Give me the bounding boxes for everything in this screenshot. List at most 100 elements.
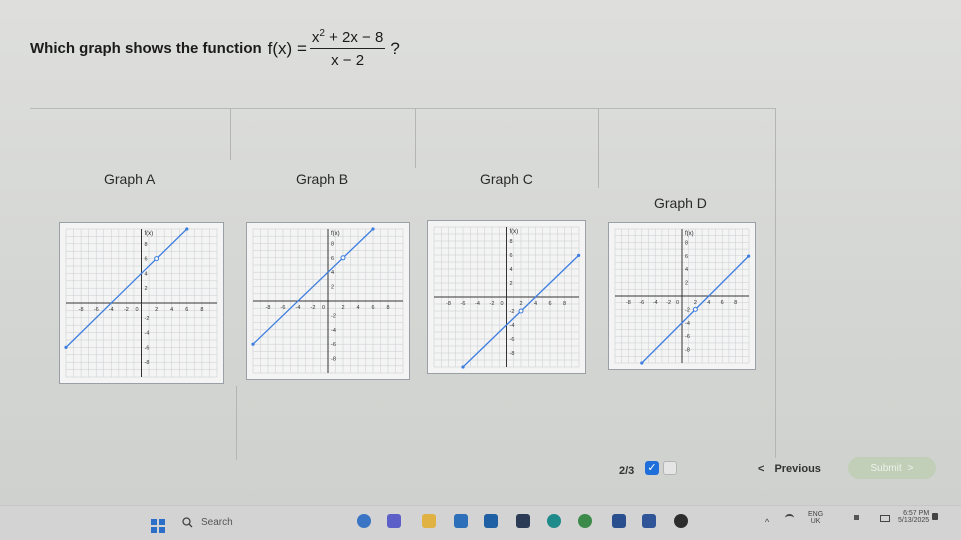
app-icon[interactable] [642,514,656,528]
hole-point [518,308,524,314]
x-tick-label: -4 [296,305,301,311]
line-endpoint [251,342,255,346]
origin-label: 0 [500,301,503,307]
windows-start-icon[interactable] [151,519,165,533]
question-text: Which graph shows the function f(x) = x2… [30,28,400,69]
edge-icon[interactable] [547,514,561,528]
x-tick-label: -4 [109,307,114,313]
x-tick-label: -6 [461,301,466,307]
y-tick-label: -4 [685,321,690,327]
y-axis-label: f(x) [510,229,519,235]
x-tick-label: 6 [721,300,724,306]
x-tick-label: -8 [79,307,84,313]
y-tick-label: -8 [685,348,690,354]
line-endpoint [640,361,644,365]
y-axis-label: f(x) [145,231,154,237]
y-tick-label: -8 [331,357,336,363]
volume-icon[interactable] [854,515,859,520]
x-tick-label: 6 [185,307,188,313]
y-tick-label: 4 [685,267,688,273]
y-tick-label: 8 [685,240,688,246]
graph-d[interactable]: -8 -6 -4 -2 2 4 6 8 0 8 6 4 2 -2 -4 -6 -8 f(x) [608,222,756,370]
y-tick-label: -2 [331,313,336,319]
x-tick-label: 4 [356,305,359,311]
x-tick-label: -4 [653,300,658,306]
choice-divider [415,108,416,168]
x-tick-label: 6 [548,301,551,307]
y-tick-label: -6 [510,337,515,343]
x-tick-label: -8 [446,301,451,307]
app-icon[interactable] [674,514,688,528]
y-tick-label: 8 [510,239,513,245]
x-tick-label: 2 [519,301,522,307]
chevron-left-icon: < [758,463,765,475]
graph-c-label[interactable]: Graph C [480,171,533,187]
graph-a-label[interactable]: Graph A [104,171,155,187]
y-tick-label: -6 [685,334,690,340]
fraction-denominator: x − 2 [331,52,365,69]
photos-icon[interactable] [484,514,498,528]
origin-label: 0 [676,300,679,306]
y-tick-label: 2 [145,286,148,292]
hole-point [154,256,160,262]
graph-a[interactable]: -8 -6 -4 -2 2 4 6 8 0 8 6 4 2 -2 -4 -6 -8 f(x) [59,222,224,384]
tray-chevron-icon[interactable]: ^ [765,517,769,527]
wifi-icon[interactable] [785,514,794,522]
taskbar-search[interactable]: Search [182,517,233,528]
graph-plot: -8 -6 -4 -2 2 4 6 8 0 8 6 4 2 -2 -4 -6 -8 f(x) [614,228,751,365]
clock[interactable]: 6:57 PM 5/13/2025 [898,510,929,524]
y-tick-label: 8 [145,242,148,248]
question-2-status-checkbox[interactable] [663,461,677,475]
x-tick-label: 4 [534,301,537,307]
y-tick-label: 2 [331,285,334,291]
graph-b-label[interactable]: Graph B [296,171,348,187]
search-icon [182,517,193,528]
notification-icon[interactable] [932,513,938,520]
x-tick-label: 8 [563,301,566,307]
y-tick-label: -2 [145,316,150,322]
file-explorer-icon[interactable] [422,514,436,528]
apps-icon[interactable] [516,514,530,528]
graph-plot: -8 -6 -4 -2 2 4 6 8 0 8 6 4 2 -2 -4 -6 -8 f(x) [64,227,218,378]
region-code: UK [810,518,821,525]
battery-icon[interactable] [880,515,890,522]
graph-b[interactable]: -8 -6 -4 -2 2 4 6 8 0 8 6 4 2 -2 -4 -6 -8 f(x) [246,222,410,380]
teams-icon[interactable] [387,514,401,528]
y-tick-label: 4 [510,267,513,273]
x-tick-label: -2 [666,300,671,306]
store-icon[interactable] [454,514,468,528]
search-placeholder: Search [201,517,233,528]
y-tick-label: 6 [685,254,688,260]
x-tick-label: -2 [311,305,316,311]
y-tick-label: -4 [145,331,150,337]
question-1-status-checkbox[interactable]: ✓ [645,461,659,475]
widgets-icon[interactable] [357,514,371,528]
y-tick-label: 6 [510,253,513,259]
quiz-page: Which graph shows the function f(x) = x2… [0,0,961,505]
submit-button[interactable]: Submit > [848,457,936,479]
y-tick-label: -2 [685,307,690,313]
previous-button[interactable]: < Previous [758,463,821,475]
y-tick-label: -2 [510,309,515,315]
line-endpoint [185,227,189,231]
hole-point [340,255,346,261]
line-endpoint [371,227,375,231]
app-icon[interactable] [612,514,626,528]
x-tick-label: -4 [475,301,480,307]
function-name: f(x) = [267,38,307,58]
chrome-icon[interactable] [578,514,592,528]
graph-c[interactable]: -8 -6 -4 -2 2 4 6 8 0 8 6 4 2 -2 -4 -6 -8 f(x) [427,220,586,374]
graph-plot: -8 -6 -4 -2 2 4 6 8 0 8 6 4 2 -2 -4 -6 -8 f(x) [251,227,404,374]
language-indicator[interactable]: ENG UK [808,511,823,525]
graph-d-label[interactable]: Graph D [654,195,707,211]
y-tick-label: 4 [145,271,148,277]
x-tick-label: -2 [490,301,495,307]
line-endpoint [577,253,581,257]
y-tick-label: -8 [145,360,150,366]
x-tick-label: 6 [371,305,374,311]
choice-divider [230,108,231,160]
x-tick-label: -6 [639,300,644,306]
x-tick-label: 8 [734,300,737,306]
question-prefix: Which graph shows the function [30,40,262,57]
y-tick-label: -4 [331,328,336,334]
